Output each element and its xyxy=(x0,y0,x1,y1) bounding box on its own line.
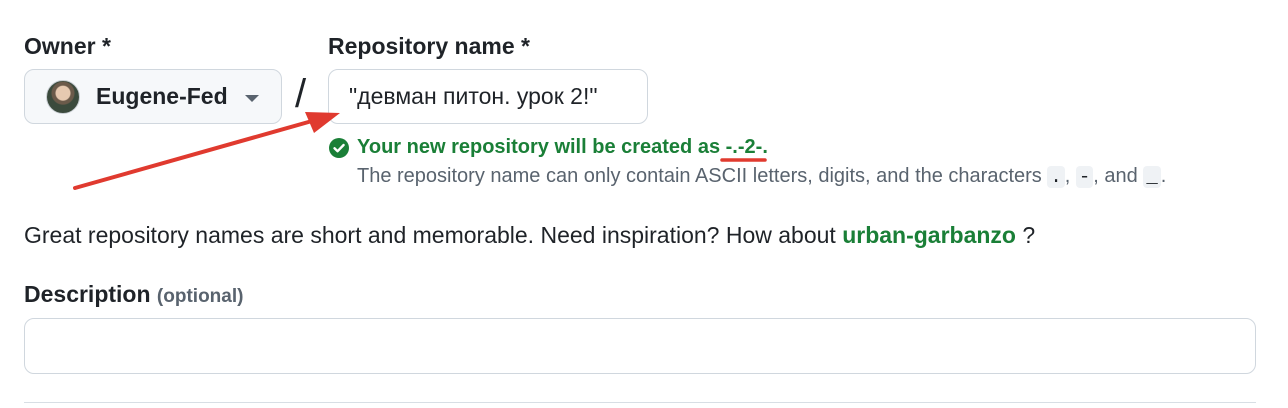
help-separator-1: , xyxy=(1064,165,1071,187)
char-dot: . xyxy=(1047,166,1065,188)
char-dash: - xyxy=(1075,166,1094,188)
check-circle-icon xyxy=(329,137,349,158)
avatar xyxy=(46,79,80,114)
help-separator-2: , and xyxy=(1093,165,1138,187)
owner-repo-separator: / xyxy=(295,72,307,116)
description-label-text: Description xyxy=(24,281,151,307)
description-label: Description (optional) xyxy=(24,281,243,308)
help-text-suffix: . xyxy=(1160,165,1167,187)
help-text-prefix: The repository name can only contain ASC… xyxy=(357,165,1042,187)
optional-tag: (optional) xyxy=(156,286,244,307)
repository-name-input[interactable] xyxy=(328,69,648,124)
suggested-name-link[interactable]: urban-garbanzo xyxy=(842,222,1016,248)
owner-label: Owner * xyxy=(24,33,111,59)
description-input[interactable] xyxy=(24,318,1256,374)
created-repo-name: -.-2- xyxy=(725,136,763,158)
owner-select-button[interactable]: Eugene-Fed xyxy=(24,69,282,124)
repository-name-label: Repository name * xyxy=(328,33,530,59)
suggestion-end: ? xyxy=(1022,222,1036,248)
char-underscore: _ xyxy=(1143,166,1161,188)
caret-down-icon xyxy=(245,95,259,102)
validation-message: Your new repository will be created as -… xyxy=(329,136,768,159)
owner-name: Eugene-Fed xyxy=(96,83,228,109)
validation-suffix: . xyxy=(762,136,768,158)
section-divider xyxy=(24,402,1256,403)
annotation-arrow-line xyxy=(73,119,314,190)
name-suggestion: Great repository names are short and mem… xyxy=(24,222,1035,249)
suggestion-text: Great repository names are short and mem… xyxy=(24,222,836,248)
repository-name-help: The repository name can only contain ASC… xyxy=(357,165,1166,188)
validation-prefix: Your new repository will be created as xyxy=(357,136,721,158)
